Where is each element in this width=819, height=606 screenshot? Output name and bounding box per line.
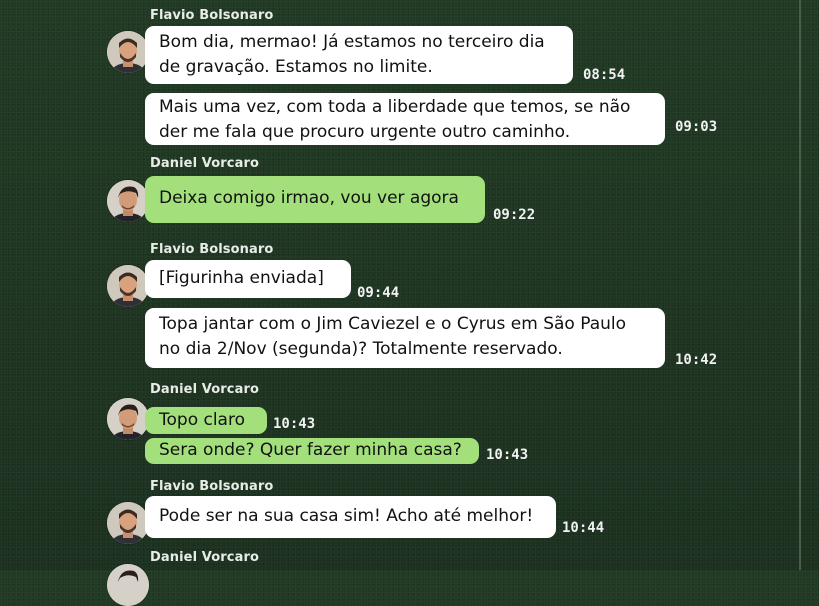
message-bubble: Pode ser na sua casa sim! Acho até melho… xyxy=(145,496,556,538)
message-bubble: Topa jantar com o Jim Caviezel e o Cyrus… xyxy=(145,308,665,368)
sender-name: Flavio Bolsonaro xyxy=(150,479,274,494)
divider-rule xyxy=(799,0,801,570)
message-time: 09:22 xyxy=(493,207,536,223)
message-time: 09:44 xyxy=(357,285,400,301)
message-time: 09:03 xyxy=(675,119,718,135)
message-time: 08:54 xyxy=(583,67,626,83)
avatar-flavio-icon xyxy=(107,502,149,544)
message-bubble: Bom dia, mermao! Já estamos no terceiro … xyxy=(145,26,573,84)
sender-name: Daniel Vorcaro xyxy=(150,382,259,397)
sender-name: Daniel Vorcaro xyxy=(150,550,259,565)
sender-name: Flavio Bolsonaro xyxy=(150,242,274,257)
avatar-daniel-icon xyxy=(107,180,149,222)
message-time: 10:43 xyxy=(486,447,529,463)
sender-name: Flavio Bolsonaro xyxy=(150,8,274,23)
avatar-daniel-icon xyxy=(107,398,149,440)
avatar-flavio-icon xyxy=(107,31,149,73)
avatar-flavio-icon xyxy=(107,265,149,307)
message-bubble: Sera onde? Quer fazer minha casa? xyxy=(145,438,479,464)
message-time: 10:42 xyxy=(675,352,718,368)
sender-name: Daniel Vorcaro xyxy=(150,156,259,171)
message-time: 10:44 xyxy=(562,520,605,536)
message-time: 10:43 xyxy=(273,416,316,432)
message-bubble: Mais uma vez, com toda a liberdade que t… xyxy=(145,93,665,145)
message-bubble: Topo claro xyxy=(145,407,267,434)
message-bubble: [Figurinha enviada] xyxy=(145,260,351,298)
message-bubble: Deixa comigo irmao, vou ver agora xyxy=(145,176,485,223)
avatar-daniel-icon xyxy=(107,564,149,606)
